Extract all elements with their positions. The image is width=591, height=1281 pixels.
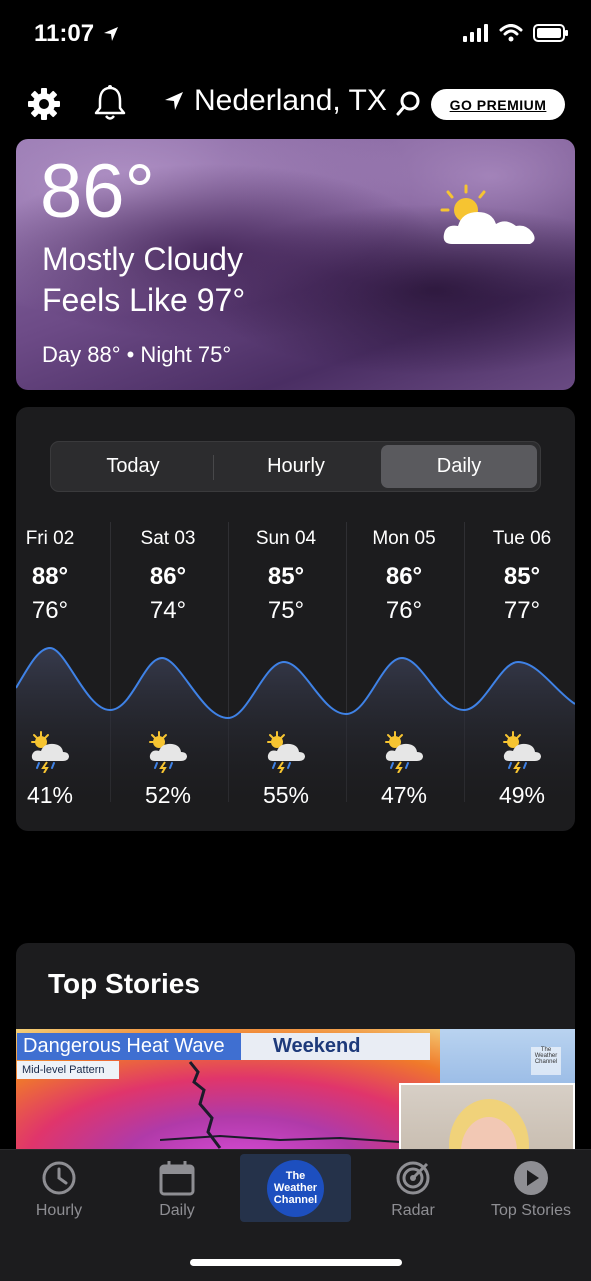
weather-channel-logo: The Weather Channel xyxy=(267,1159,324,1217)
forecast-precip: 47% xyxy=(380,782,428,808)
status-time: 11:07 xyxy=(34,20,119,48)
tab-top-stories-nav[interactable]: Top Stories xyxy=(472,1160,590,1220)
thunderstorm-icon xyxy=(227,731,345,773)
status-icons xyxy=(463,24,569,42)
tab-label: Top Stories xyxy=(490,1202,572,1219)
tab-label: Hourly xyxy=(35,1202,83,1219)
forecast-day[interactable]: Sun 04 xyxy=(227,528,345,550)
forecast-day[interactable]: Mon 05 xyxy=(345,528,463,550)
forecast-high: 85° xyxy=(503,563,541,590)
forecast-low: 75° xyxy=(267,597,305,624)
thunderstorm-icon xyxy=(109,731,227,773)
forecast-high: 86° xyxy=(149,563,187,590)
forecast-low: 77° xyxy=(503,597,541,624)
story-headline-banner: Dangerous Heat Wave xyxy=(17,1033,241,1060)
story-sub-banner: Weekend xyxy=(241,1033,430,1060)
location-name[interactable]: Nederland, TX xyxy=(194,84,387,118)
forecast-high: 86° xyxy=(385,563,423,590)
location-arrow-icon xyxy=(165,92,183,110)
tab-daily[interactable]: Daily xyxy=(381,445,537,488)
tab-hourly[interactable]: Hourly xyxy=(215,445,377,488)
current-condition: Mostly Cloudy xyxy=(42,241,243,277)
battery-icon xyxy=(533,24,568,42)
forecast-high: 85° xyxy=(267,563,305,590)
feels-like: Feels Like 97° xyxy=(42,282,246,318)
forecast-low: 76° xyxy=(385,597,423,624)
temperature-trend-curve xyxy=(16,646,575,802)
forecast-precip: 55% xyxy=(262,782,310,808)
tab-hourly-nav[interactable]: Hourly xyxy=(0,1160,118,1220)
gear-icon[interactable] xyxy=(26,86,62,122)
thunderstorm-icon xyxy=(0,731,109,773)
forecast-day[interactable]: Fri 02 xyxy=(0,528,109,550)
location-services-icon xyxy=(103,27,118,41)
cellular-signal-icon xyxy=(463,24,488,42)
segment-divider xyxy=(213,455,214,480)
forecast-precip: 52% xyxy=(144,782,192,808)
forecast-low: 76° xyxy=(31,597,69,624)
forecast-day[interactable]: Sat 03 xyxy=(109,528,227,550)
forecast-low: 74° xyxy=(149,597,187,624)
wifi-icon xyxy=(499,24,523,42)
tab-radar-nav[interactable]: Radar xyxy=(354,1160,472,1220)
day-night-temps: Day 88° • Night 75° xyxy=(42,342,232,367)
partly-cloudy-icon xyxy=(440,184,535,244)
bell-icon[interactable] xyxy=(93,84,127,122)
tab-label: Daily xyxy=(159,1202,195,1219)
weather-channel-watermark: The Weather Channel xyxy=(531,1047,561,1075)
story-caption: Mid-level Pattern xyxy=(17,1061,119,1079)
tab-label: Radar xyxy=(391,1202,435,1219)
thunderstorm-icon xyxy=(463,731,581,773)
tab-today[interactable]: Today xyxy=(54,445,212,488)
forecast-precip: 41% xyxy=(26,782,74,808)
go-premium-button[interactable]: GO PREMIUM xyxy=(431,89,565,120)
thunderstorm-icon xyxy=(345,731,463,773)
map-coastline xyxy=(160,1061,401,1149)
forecast-precip: 49% xyxy=(498,782,546,808)
radar-icon xyxy=(396,1161,430,1195)
current-temperature: 86° xyxy=(40,149,155,234)
clock-icon xyxy=(42,1161,76,1195)
play-icon xyxy=(514,1161,548,1195)
search-icon[interactable] xyxy=(396,90,422,116)
home-indicator[interactable] xyxy=(190,1259,402,1266)
calendar-icon xyxy=(159,1161,195,1196)
weather-channel-home-button[interactable]: The Weather Channel xyxy=(240,1154,351,1222)
forecast-day[interactable]: Tue 06 xyxy=(463,528,581,550)
tab-daily-nav[interactable]: Daily xyxy=(118,1160,236,1220)
top-stories-title: Top Stories xyxy=(48,968,200,999)
forecast-high: 88° xyxy=(31,563,69,590)
